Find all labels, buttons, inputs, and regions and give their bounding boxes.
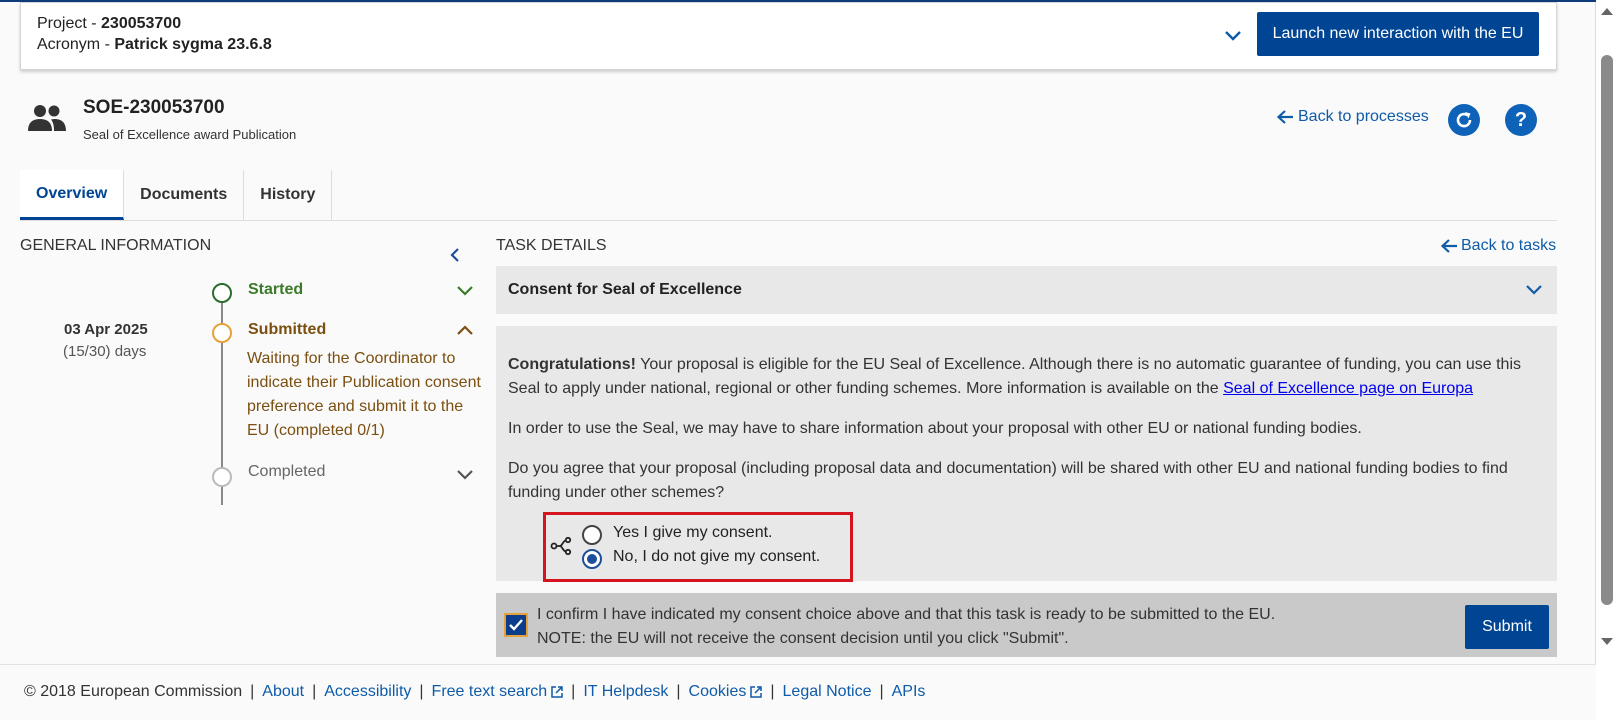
tab-history[interactable]: History	[244, 170, 333, 220]
back-to-processes-link[interactable]: Back to processes	[1276, 108, 1429, 126]
chevron-up-icon[interactable]	[456, 324, 474, 336]
project-line: Project - 230053700	[37, 15, 181, 33]
tab-divider	[20, 220, 1557, 221]
chevron-down-icon[interactable]	[1221, 23, 1245, 47]
footer-link-legal-notice[interactable]: Legal Notice	[783, 683, 872, 701]
chevron-down-icon[interactable]	[456, 469, 474, 481]
tab-overview[interactable]: Overview	[20, 170, 125, 220]
project-header-card: Project - 230053700 Acronym - Patrick sy…	[20, 2, 1557, 70]
back-to-tasks-link[interactable]: Back to tasks	[1440, 237, 1556, 255]
tab-documents[interactable]: Documents	[124, 170, 245, 220]
acronym-label: Acronym -	[37, 36, 115, 53]
step-submitted-marker	[212, 323, 232, 343]
cookies-label: Cookies	[688, 683, 747, 700]
chevron-left-icon[interactable]	[448, 247, 462, 263]
confirmation-line-1: I confirm I have indicated my consent ch…	[537, 606, 1276, 623]
launch-interaction-button[interactable]: Launch new interaction with the EU	[1257, 12, 1539, 56]
back-to-processes-label: Back to processes	[1298, 108, 1429, 125]
project-label: Project -	[37, 15, 102, 32]
separator: |	[676, 683, 681, 700]
footer-link-free-text-search[interactable]: Free text search	[432, 683, 564, 701]
acronym-value: Patrick sygma 23.6.8	[114, 36, 272, 53]
consent-question: Do you agree that your proposal (includi…	[508, 460, 1508, 501]
separator: |	[770, 683, 775, 700]
scroll-down-arrow-icon[interactable]	[1600, 637, 1614, 647]
process-subtitle: Seal of Excellence award Publication	[83, 127, 297, 142]
acronym-line: Acronym - Patrick sygma 23.6.8	[37, 36, 272, 54]
seal-of-excellence-link[interactable]: Seal of Excellence page on Europa	[1223, 380, 1473, 397]
scroll-up-arrow-icon[interactable]	[1600, 6, 1614, 16]
separator: |	[571, 683, 576, 700]
footer-link-it-helpdesk[interactable]: IT Helpdesk	[583, 683, 668, 701]
footer-link-about[interactable]: About	[262, 683, 304, 701]
question-mark-icon: ?	[1514, 108, 1528, 131]
scrollbar-thumb[interactable]	[1601, 55, 1613, 605]
separator: |	[419, 683, 424, 700]
separator: |	[879, 683, 884, 700]
back-to-tasks-label: Back to tasks	[1461, 237, 1557, 254]
step-submitted-description: Waiting for the Coordinator to indicate …	[247, 350, 481, 439]
chevron-down-icon[interactable]	[456, 285, 474, 297]
free-text-search-label: Free text search	[431, 683, 548, 700]
step-started-marker	[212, 283, 232, 303]
copyright-text: © 2018 European Commission	[24, 683, 243, 700]
confirm-checkbox[interactable]	[504, 613, 528, 637]
submitted-date: 03 Apr 2025	[64, 321, 148, 338]
share-info-paragraph: In order to use the Seal, we may have to…	[508, 420, 1362, 437]
step-started-label: Started	[248, 281, 304, 298]
submit-button[interactable]: Submit	[1465, 605, 1549, 649]
consent-accordion-title: Consent for Seal of Excellence	[508, 281, 742, 298]
step-completed-marker	[212, 467, 232, 487]
people-icon	[28, 105, 66, 131]
page: Project - 230053700 Acronym - Patrick sy…	[0, 0, 1596, 720]
step-submitted-label: Submitted	[248, 321, 327, 338]
footer-link-cookies[interactable]: Cookies	[689, 683, 763, 701]
external-link-icon	[551, 686, 563, 698]
consent-accordion-header[interactable]: Consent for Seal of Excellence	[496, 266, 1557, 314]
footer: © 2018 European Commission | About | Acc…	[0, 664, 1596, 720]
chevron-down-icon	[1526, 285, 1542, 295]
footer-link-apis[interactable]: APIs	[892, 683, 926, 701]
footer-link-accessibility[interactable]: Accessibility	[324, 683, 411, 701]
highlight-annotation-box	[543, 512, 853, 582]
confirmation-text: I confirm I have indicated my consent ch…	[537, 603, 1275, 651]
task-details-heading: TASK DETAILS	[496, 237, 607, 254]
external-link-icon	[750, 686, 763, 698]
tab-bar: Overview Documents History	[20, 170, 333, 220]
checkmark-icon	[509, 619, 523, 631]
footer-links: © 2018 European Commission | About | Acc…	[24, 683, 925, 701]
arrow-left-icon	[1440, 239, 1457, 253]
congratulations-bold: Congratulations!	[508, 356, 636, 373]
separator: |	[312, 683, 317, 700]
confirmation-bar: I confirm I have indicated my consent ch…	[496, 593, 1557, 657]
general-information-heading: GENERAL INFORMATION	[20, 237, 212, 254]
congratulations-paragraph: Congratulations! Your proposal is eligib…	[508, 353, 1528, 401]
confirmation-note: NOTE: the EU will not receive the consen…	[537, 630, 1069, 647]
project-number: 230053700	[101, 15, 182, 32]
arrow-left-icon	[1276, 110, 1293, 124]
process-title: SOE-230053700	[83, 97, 225, 118]
refresh-button[interactable]	[1448, 104, 1480, 136]
separator: |	[250, 683, 255, 700]
step-completed-label: Completed	[248, 463, 326, 480]
refresh-icon	[1456, 112, 1472, 128]
help-button[interactable]: ?	[1505, 104, 1537, 136]
days-counter: (15/30) days	[63, 343, 147, 360]
window-bottom-edge	[0, 720, 1596, 727]
